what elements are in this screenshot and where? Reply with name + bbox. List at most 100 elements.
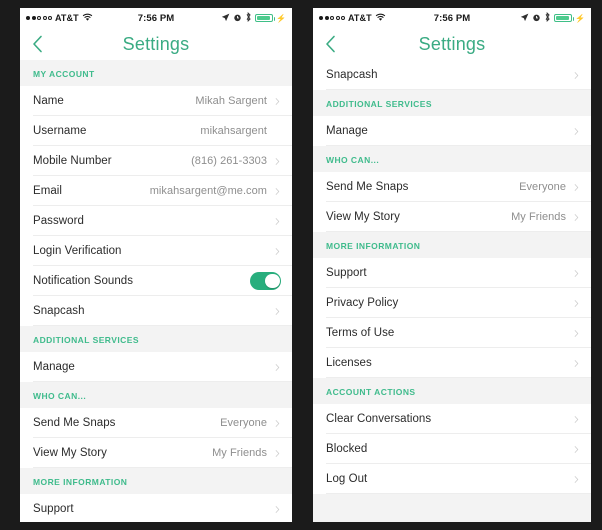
chevron-right-icon xyxy=(574,445,579,453)
chevron-right-icon xyxy=(275,217,280,225)
status-bar-right: ⚡ xyxy=(520,11,585,24)
wifi-icon xyxy=(375,13,386,24)
chevron-right-icon xyxy=(275,187,280,195)
status-bar-left: AT&T xyxy=(26,13,93,24)
row-email[interactable]: Email mikahsargent@me.com xyxy=(20,176,292,206)
row-send-me-snaps[interactable]: Send Me Snaps Everyone xyxy=(313,172,591,202)
row-privacy-policy[interactable]: Privacy Policy xyxy=(313,288,591,318)
row-label: Blocked xyxy=(326,443,368,455)
phone-screen-right: AT&T 7:56 PM ⚡ Settings Snapcash ADDITIO… xyxy=(313,8,591,522)
location-arrow-icon xyxy=(520,13,529,24)
page-title: Settings xyxy=(418,33,486,54)
nav-bar: Settings xyxy=(313,28,591,60)
row-label: Support xyxy=(326,267,367,279)
row-value: Mikah Sargent xyxy=(195,95,267,107)
row-trailing xyxy=(573,329,580,337)
row-trailing xyxy=(573,71,580,79)
row-trailing xyxy=(274,247,281,255)
section-header-who-can: WHO CAN... xyxy=(313,146,591,172)
battery-icon xyxy=(554,13,575,23)
section-header-more-information: MORE INFORMATION xyxy=(20,468,292,494)
row-support[interactable]: Support xyxy=(313,258,591,288)
row-trailing: Everyone xyxy=(220,417,281,429)
nav-bar: Settings xyxy=(20,28,292,60)
row-trailing xyxy=(573,415,580,423)
chevron-right-icon xyxy=(574,127,579,135)
row-label: Name xyxy=(33,95,64,107)
carrier-label: AT&T xyxy=(55,13,79,23)
row-terms-of-use[interactable]: Terms of Use xyxy=(313,318,591,348)
chevron-right-icon xyxy=(574,329,579,337)
list-bottom-spacer xyxy=(313,494,591,522)
chevron-right-icon xyxy=(574,213,579,221)
row-snapcash[interactable]: Snapcash xyxy=(313,60,591,90)
carrier-label: AT&T xyxy=(348,13,372,23)
row-notification-sounds[interactable]: Notification Sounds xyxy=(20,266,292,296)
row-label: Privacy Policy xyxy=(326,297,399,309)
toggle-notification-sounds[interactable] xyxy=(250,272,281,290)
row-label: Password xyxy=(33,215,84,227)
row-trailing xyxy=(573,299,580,307)
row-log-out[interactable]: Log Out xyxy=(313,464,591,494)
signal-strength-icon xyxy=(26,16,52,20)
row-label: Manage xyxy=(326,125,368,137)
row-manage[interactable]: Manage xyxy=(313,116,591,146)
chevron-right-icon xyxy=(574,299,579,307)
charging-bolt-icon: ⚡ xyxy=(575,13,585,23)
row-label: Manage xyxy=(33,361,75,373)
battery-icon xyxy=(255,13,276,23)
chevron-right-icon xyxy=(275,419,280,427)
section-header-account-actions: ACCOUNT ACTIONS xyxy=(313,378,591,404)
row-trailing xyxy=(573,445,580,453)
alarm-clock-icon xyxy=(233,13,242,24)
row-clear-conversations[interactable]: Clear Conversations xyxy=(313,404,591,434)
row-trailing xyxy=(573,475,580,483)
row-username: Username mikahsargent xyxy=(20,116,292,146)
row-view-my-story[interactable]: View My Story My Friends xyxy=(20,438,292,468)
row-login-verification[interactable]: Login Verification xyxy=(20,236,292,266)
row-view-my-story[interactable]: View My Story My Friends xyxy=(313,202,591,232)
section-header-additional-services: ADDITIONAL SERVICES xyxy=(313,90,591,116)
location-arrow-icon xyxy=(221,13,230,24)
row-mobile-number[interactable]: Mobile Number (816) 261-3303 xyxy=(20,146,292,176)
chevron-left-icon xyxy=(325,35,335,53)
row-value: Everyone xyxy=(519,181,566,193)
row-trailing: Mikah Sargent xyxy=(195,95,281,107)
row-label: Username xyxy=(33,125,87,137)
settings-list-right: Snapcash ADDITIONAL SERVICES Manage WHO CAN… xyxy=(313,60,591,522)
row-value: My Friends xyxy=(212,447,267,459)
status-bar: AT&T 7:56 PM ⚡ xyxy=(20,8,292,28)
back-button[interactable] xyxy=(20,28,54,60)
row-value: My Friends xyxy=(511,211,566,223)
row-password[interactable]: Password xyxy=(20,206,292,236)
row-manage[interactable]: Manage xyxy=(20,352,292,382)
row-send-me-snaps[interactable]: Send Me Snaps Everyone xyxy=(20,408,292,438)
row-value: mikahsargent xyxy=(200,125,267,137)
chevron-right-icon xyxy=(574,359,579,367)
row-trailing xyxy=(573,269,580,277)
row-blocked[interactable]: Blocked xyxy=(313,434,591,464)
row-name[interactable]: Name Mikah Sargent xyxy=(20,86,292,116)
bluetooth-icon xyxy=(245,11,252,24)
row-value: (816) 261-3303 xyxy=(191,155,267,167)
chevron-right-icon xyxy=(275,97,280,105)
row-label: Snapcash xyxy=(33,305,85,317)
back-button[interactable] xyxy=(313,28,347,60)
row-support[interactable]: Support xyxy=(20,494,292,522)
row-trailing: My Friends xyxy=(212,447,281,459)
row-trailing: My Friends xyxy=(511,211,580,223)
row-label: Log Out xyxy=(326,473,368,485)
chevron-right-icon xyxy=(275,363,280,371)
chevron-right-icon xyxy=(574,71,579,79)
row-label: Terms of Use xyxy=(326,327,395,339)
row-label: View My Story xyxy=(33,447,107,459)
screenshot-stage: AT&T 7:56 PM ⚡ Settings MY ACCOUNT Name … xyxy=(0,0,602,530)
toggle-knob xyxy=(265,273,280,289)
wifi-icon xyxy=(82,13,93,24)
left-phone-panel: AT&T 7:56 PM ⚡ Settings MY ACCOUNT Name … xyxy=(0,0,301,530)
section-header-additional-services: ADDITIONAL SERVICES xyxy=(20,326,292,352)
row-licenses[interactable]: Licenses xyxy=(313,348,591,378)
chevron-right-icon xyxy=(275,505,280,513)
row-snapcash[interactable]: Snapcash xyxy=(20,296,292,326)
section-header-more-information: MORE INFORMATION xyxy=(313,232,591,258)
